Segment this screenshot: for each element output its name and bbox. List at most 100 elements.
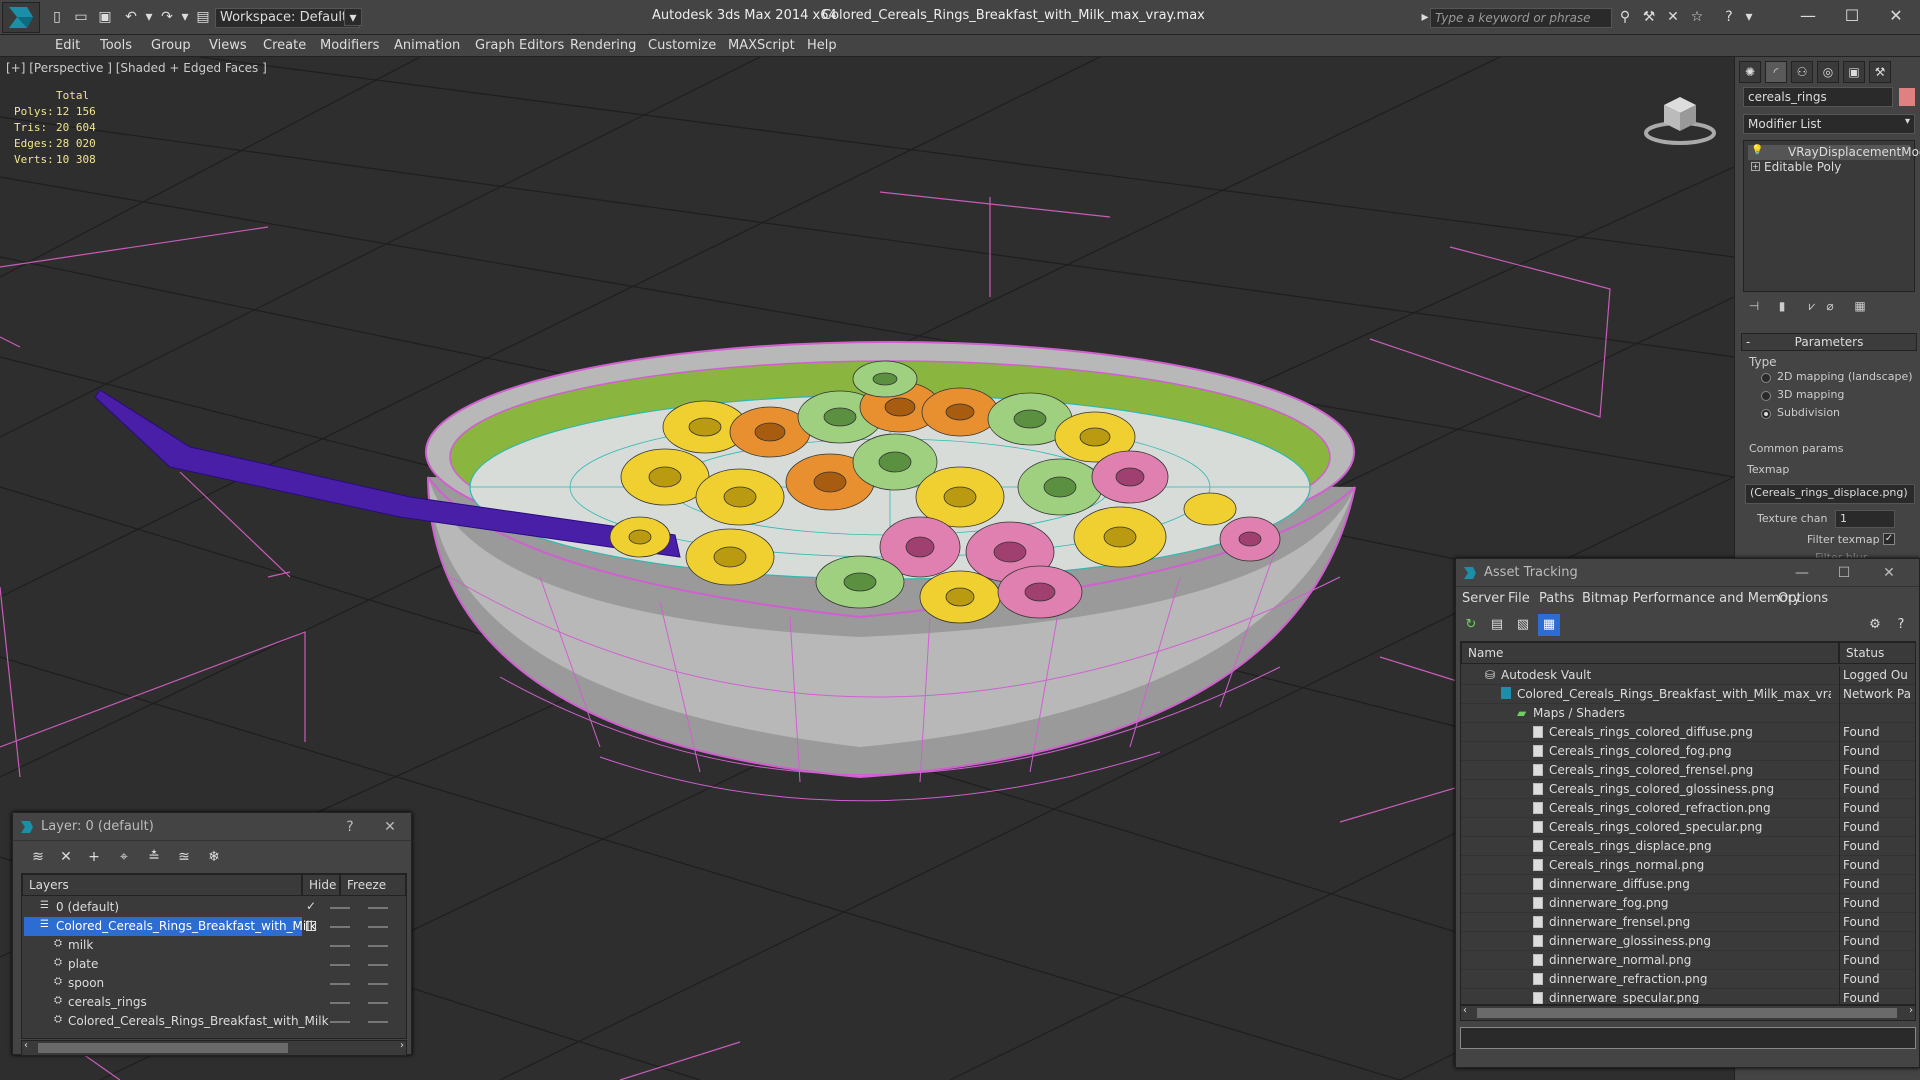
vault-settings-icon[interactable]: ⚙ xyxy=(1864,614,1886,636)
asset-close-button[interactable]: ✕ xyxy=(1876,563,1902,583)
texmap-button[interactable]: (Cereals_rings_displace.png) xyxy=(1745,484,1915,504)
radio-2d-mapping[interactable] xyxy=(1761,373,1771,383)
hide-toggle[interactable] xyxy=(330,945,350,947)
asset-row[interactable]: Cereals_rings_colored_glossiness.png Foun… xyxy=(1461,780,1915,799)
show-end-result-icon[interactable]: ▮ xyxy=(1773,299,1791,317)
scroll-left-icon[interactable]: ‹ xyxy=(1463,1005,1467,1016)
asset-row[interactable]: Cereals_rings_colored_frensel.png Found xyxy=(1461,761,1915,780)
pin-stack-icon[interactable]: ⊣ xyxy=(1745,299,1763,317)
scroll-thumb[interactable] xyxy=(38,1043,288,1053)
select-objects-icon[interactable]: ⌖ xyxy=(113,846,135,868)
freeze-toggle[interactable] xyxy=(368,964,388,966)
layer-row[interactable]: ⛭ milk xyxy=(24,936,302,955)
menu-graph-editors[interactable]: Graph Editors xyxy=(475,38,564,53)
viewport-label[interactable]: [+] [Perspective ] [Shaded + Edged Faces… xyxy=(6,61,267,75)
filter-texmap-checkbox[interactable]: ✓ xyxy=(1883,533,1895,545)
asset-row[interactable]: Cereals_rings_colored_fog.png Found xyxy=(1461,742,1915,761)
freeze-toggle[interactable] xyxy=(368,907,388,909)
freeze-toggle[interactable] xyxy=(368,926,388,928)
asset-row[interactable]: Cereals_rings_colored_specular.png Found xyxy=(1461,818,1915,837)
asset-row[interactable]: dinnerware_frensel.png Found xyxy=(1461,913,1915,932)
make-unique-icon[interactable]: ⩗ xyxy=(1803,299,1821,317)
asset-row[interactable]: dinnerware_normal.png Found xyxy=(1461,951,1915,970)
radio-subdivision[interactable] xyxy=(1761,409,1771,419)
workspace-dropdown[interactable]: Workspace: Default▾ xyxy=(215,8,360,28)
current-layer-check-icon[interactable]: ✓ xyxy=(306,899,316,913)
asset-row[interactable]: dinnerware_refraction.png Found xyxy=(1461,970,1915,989)
table-view-icon[interactable]: ▦ xyxy=(1538,614,1560,636)
stack-item-vraydisplacement[interactable]: 💡 VRayDisplacementMod xyxy=(1748,145,1920,160)
asset-row[interactable]: dinnerware_specular.png Found xyxy=(1461,989,1915,1004)
minimize-button[interactable]: — xyxy=(1788,4,1828,28)
texture-chan-spinner[interactable]: 1 xyxy=(1835,510,1895,528)
viewcube-icon[interactable] xyxy=(1640,87,1720,149)
object-name-input[interactable]: cereals_rings xyxy=(1743,87,1893,107)
asset-row[interactable]: Cereals_rings_displace.png Found xyxy=(1461,837,1915,856)
maximize-button[interactable]: ☐ xyxy=(1832,4,1872,28)
hide-toggle[interactable] xyxy=(330,1021,350,1023)
redo-icon[interactable]: ↷ xyxy=(158,8,176,26)
layer-horizontal-scrollbar[interactable]: ‹ › xyxy=(21,1040,407,1056)
menu-maxscript[interactable]: MAXScript xyxy=(728,38,795,53)
scroll-right-icon[interactable]: › xyxy=(400,1040,404,1051)
menu-animation[interactable]: Animation xyxy=(394,38,460,53)
menu-customize[interactable]: Customize xyxy=(648,38,716,53)
create-layer-icon[interactable]: ≋ xyxy=(27,846,49,868)
stack-item-editable-poly[interactable]: + Editable Poly xyxy=(1748,160,1910,175)
hide-toggle[interactable] xyxy=(330,983,350,985)
asset-minimize-button[interactable]: — xyxy=(1789,563,1815,583)
menu-group[interactable]: Group xyxy=(151,38,191,53)
layer-window-titlebar[interactable]: Layer: 0 (default) ? ✕ xyxy=(13,813,411,841)
freeze-toggle[interactable] xyxy=(368,983,388,985)
open-file-icon[interactable]: ▭ xyxy=(72,8,90,26)
menu-edit[interactable]: Edit xyxy=(55,38,80,53)
asset-menu-options[interactable]: Options xyxy=(1778,591,1828,606)
communication-icon[interactable]: ✕ xyxy=(1664,8,1682,26)
asset-row[interactable]: ⛁ Autodesk Vault Logged Ou xyxy=(1461,666,1915,685)
hide-toggle[interactable] xyxy=(330,1002,350,1004)
layer-row[interactable]: ⛭ spoon xyxy=(24,974,302,993)
modify-tab-icon[interactable]: ◜ xyxy=(1765,61,1787,83)
col-layers-header[interactable]: Layers xyxy=(22,874,302,896)
app-logo-icon[interactable] xyxy=(2,2,40,33)
col-freeze-header[interactable]: Freeze xyxy=(340,874,406,896)
layer-row[interactable]: ☰ 0 (default) xyxy=(24,898,302,917)
search-expand-icon[interactable]: ▸ xyxy=(1420,8,1430,26)
asset-row[interactable]: dinnerware_fog.png Found xyxy=(1461,894,1915,913)
menu-modifiers[interactable]: Modifiers xyxy=(320,38,379,53)
asset-horizontal-scrollbar[interactable]: ‹ › xyxy=(1460,1005,1916,1021)
highlight-layer-icon[interactable]: ≛ xyxy=(143,846,165,868)
menu-create[interactable]: Create xyxy=(263,38,306,53)
add-to-layer-icon[interactable]: + xyxy=(83,846,105,868)
layer-row[interactable]: ⛭ cereals_rings xyxy=(24,993,302,1012)
thumbnail-view-icon[interactable]: ▧ xyxy=(1512,614,1534,636)
workspace-menu-icon[interactable]: ▾ xyxy=(344,8,362,26)
new-file-icon[interactable]: ▯ xyxy=(48,8,66,26)
freeze-toggle[interactable] xyxy=(368,1021,388,1023)
redo-dropdown-icon[interactable]: ▾ xyxy=(176,8,194,26)
display-tab-icon[interactable]: ▣ xyxy=(1843,61,1865,83)
freeze-toggle[interactable] xyxy=(368,945,388,947)
asset-menu-server[interactable]: Server xyxy=(1462,591,1505,606)
subscription-icon[interactable]: ⚒ xyxy=(1640,8,1658,26)
help-dropdown-icon[interactable]: ▾ xyxy=(1740,8,1758,26)
set-current-layer-box[interactable] xyxy=(306,921,316,931)
hide-all-icon[interactable]: ≊ xyxy=(173,846,195,868)
layer-row[interactable]: ⛭ plate xyxy=(24,955,302,974)
expand-plus-icon[interactable]: + xyxy=(1751,162,1760,171)
menu-rendering[interactable]: Rendering xyxy=(570,38,636,53)
asset-tracking-titlebar[interactable]: Asset Tracking — ☐ ✕ xyxy=(1456,559,1919,587)
col-name-header[interactable]: Name xyxy=(1461,642,1839,664)
asset-maximize-button[interactable]: ☐ xyxy=(1831,563,1857,583)
freeze-all-icon[interactable]: ❄ xyxy=(203,846,225,868)
scroll-right-icon[interactable]: › xyxy=(1909,1005,1913,1016)
asset-path-field[interactable] xyxy=(1460,1027,1916,1049)
undo-icon[interactable]: ↶ xyxy=(122,8,140,26)
modifier-list-dropdown[interactable]: Modifier List ▾ xyxy=(1743,114,1915,134)
asset-menu-bitmap-performance[interactable]: Bitmap Performance and Memory xyxy=(1582,591,1801,606)
menu-views[interactable]: Views xyxy=(209,38,247,53)
scroll-left-icon[interactable]: ‹ xyxy=(24,1040,28,1051)
motion-tab-icon[interactable]: ◎ xyxy=(1817,61,1839,83)
help-icon[interactable]: ? xyxy=(1720,8,1738,26)
list-view-icon[interactable]: ▤ xyxy=(1486,614,1508,636)
